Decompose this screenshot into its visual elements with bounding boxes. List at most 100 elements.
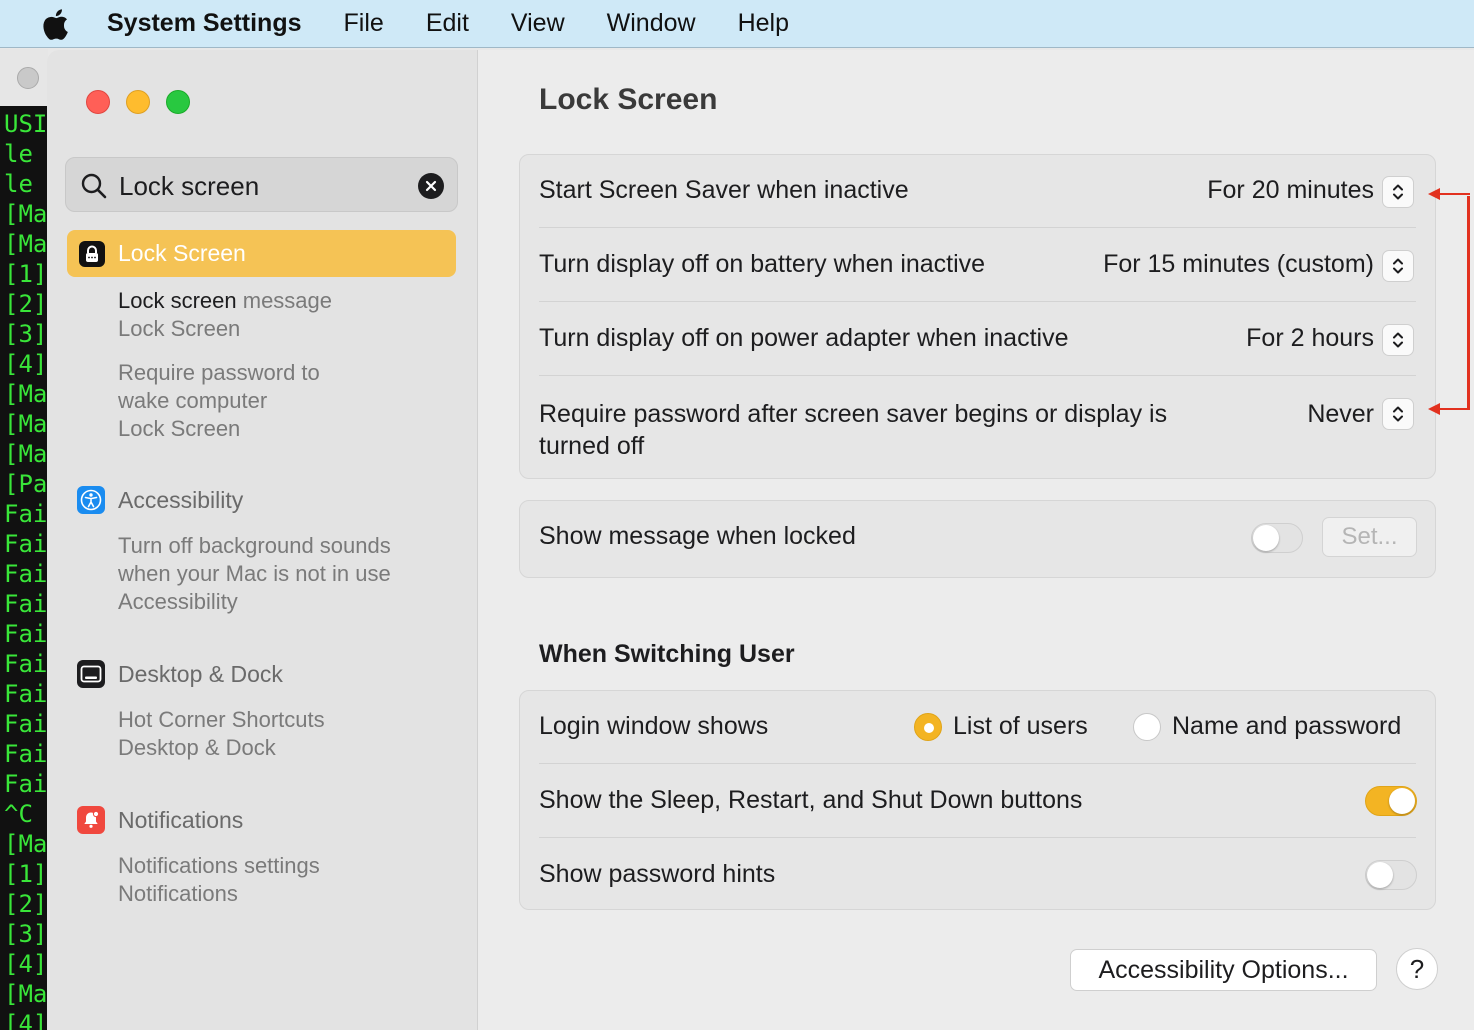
terminal-line: [Mac: [4, 410, 48, 438]
result-subtitle: Desktop & Dock: [118, 735, 276, 760]
menu-file[interactable]: File: [344, 9, 384, 38]
terminal-line: [4]: [4, 1010, 48, 1030]
result-title-rest: message: [236, 288, 333, 313]
annotation-arrowhead-bottom: [1428, 403, 1440, 415]
terminal-line: [2]: [4, 290, 48, 318]
sidebar-item-notifications[interactable]: Notifications: [77, 806, 243, 834]
result-subtitle: Accessibility: [118, 589, 238, 614]
radio-name-and-password[interactable]: [1133, 713, 1161, 741]
result-title-line1: Require password to: [118, 360, 320, 385]
accessibility-options-button[interactable]: Accessibility Options...: [1070, 949, 1377, 991]
set-message-button[interactable]: Set...: [1322, 517, 1417, 557]
result-subtitle: Lock Screen: [118, 416, 241, 441]
display-off-power-row: Turn display off on power adapter when i…: [539, 324, 1416, 358]
display-off-battery-value[interactable]: For 15 minutes (custom): [1103, 250, 1374, 279]
result-subtitle: Notifications: [118, 881, 238, 906]
terminal-line: [Mac: [4, 980, 48, 1008]
help-button[interactable]: ?: [1396, 948, 1438, 990]
window-close-button[interactable]: [86, 90, 110, 114]
accessibility-icon: [77, 486, 105, 514]
main-pane: Lock Screen Start Screen Saver when inac…: [478, 50, 1474, 1030]
row-label: Require password after screen saver begi…: [539, 398, 1167, 462]
terminal-line: Fai: [4, 680, 48, 708]
terminal-line: le: [4, 170, 33, 198]
search-result-background-sounds[interactable]: Turn off background sounds when your Mac…: [118, 532, 391, 616]
updown-chevron-icon[interactable]: [1382, 398, 1414, 430]
display-off-power-value[interactable]: For 2 hours: [1246, 324, 1374, 353]
row-label-line1: Require password after screen saver begi…: [539, 400, 1168, 428]
radio-label-name-and-password[interactable]: Name and password: [1172, 712, 1401, 741]
screen-saver-value[interactable]: For 20 minutes: [1207, 176, 1374, 205]
clear-search-icon[interactable]: [418, 173, 444, 199]
display-off-battery-row: Turn display off on battery when inactiv…: [539, 250, 1416, 284]
background-terminal-window[interactable]: USIlele[Mac[Mac[1][2][3][4][Mac[Mac[Mac[…: [0, 49, 48, 1030]
search-result-require-password[interactable]: Require password to wake computer Lock S…: [118, 359, 320, 443]
annotation-bracket: [1467, 196, 1470, 408]
terminal-line: Fai: [4, 590, 48, 618]
search-field[interactable]: Lock screen: [65, 157, 458, 212]
terminal-line: ^C: [4, 800, 33, 828]
row-label: Start Screen Saver when inactive: [539, 176, 909, 204]
terminal-line: Fai: [4, 740, 48, 768]
terminal-line: Fai: [4, 500, 48, 528]
password-hints-toggle[interactable]: [1365, 860, 1417, 890]
result-subtitle: Lock Screen: [118, 316, 241, 341]
menu-app-name[interactable]: System Settings: [107, 9, 302, 38]
section-title: When Switching User: [539, 640, 795, 668]
menu-help[interactable]: Help: [738, 9, 789, 38]
sidebar: Lock screen Lock Screen Lock screen mess…: [47, 50, 478, 1030]
sidebar-item-accessibility[interactable]: Accessibility: [77, 486, 243, 514]
require-password-value[interactable]: Never: [1307, 398, 1374, 430]
terminal-line: [Mac: [4, 200, 48, 228]
sleep-restart-toggle[interactable]: [1365, 786, 1417, 816]
toggle-knob: [1389, 788, 1415, 814]
apple-menu-icon[interactable]: [30, 0, 80, 48]
lock-message-group: Show message when locked Set...: [519, 500, 1436, 578]
sidebar-item-desktop-dock[interactable]: Desktop & Dock: [77, 660, 283, 688]
show-message-toggle[interactable]: [1251, 523, 1303, 553]
divider: [539, 227, 1416, 228]
terminal-line: Fai: [4, 710, 48, 738]
result-title-match: Lock screen: [118, 288, 237, 313]
row-label: Show message when locked: [539, 522, 856, 550]
terminal-line: Fai: [4, 650, 48, 678]
terminal-line: [Mac: [4, 380, 48, 408]
terminal-line: [Mac: [4, 230, 48, 258]
divider: [539, 301, 1416, 302]
terminal-line: [Pas: [4, 470, 48, 498]
terminal-line: [3]: [4, 320, 48, 348]
menu-window[interactable]: Window: [607, 9, 696, 38]
divider: [539, 375, 1416, 376]
terminal-close-button[interactable]: [17, 67, 39, 89]
search-input[interactable]: Lock screen: [119, 171, 259, 202]
radio-label-list-of-users[interactable]: List of users: [953, 712, 1088, 741]
terminal-output: USIlele[Mac[Mac[1][2][3][4][Mac[Mac[Mac[…: [4, 109, 48, 1030]
search-result-hot-corner[interactable]: Hot Corner Shortcuts Desktop & Dock: [118, 706, 325, 762]
terminal-line: Fai: [4, 770, 48, 798]
radio-list-of-users[interactable]: [914, 713, 942, 741]
updown-chevron-icon[interactable]: [1382, 176, 1414, 208]
window-zoom-button[interactable]: [166, 90, 190, 114]
lock-icon: [79, 240, 105, 267]
require-password-row: Require password after screen saver begi…: [539, 398, 1416, 464]
row-label: Login window shows: [539, 712, 769, 740]
window-minimize-button[interactable]: [126, 90, 150, 114]
terminal-line: Fai: [4, 620, 48, 648]
toggle-knob: [1367, 862, 1393, 888]
result-title-line2: wake computer: [118, 388, 268, 413]
updown-chevron-icon[interactable]: [1382, 250, 1414, 282]
menu-edit[interactable]: Edit: [426, 9, 469, 38]
updown-chevron-icon[interactable]: [1382, 324, 1414, 356]
toggle-knob: [1253, 525, 1279, 551]
divider: [539, 837, 1416, 838]
desktop-dock-icon: [77, 660, 105, 688]
sidebar-item-lock-screen[interactable]: Lock Screen: [67, 230, 456, 277]
search-result-notifications-settings[interactable]: Notifications settings Notifications: [118, 852, 320, 908]
row-label: Turn display off on power adapter when i…: [539, 324, 1069, 352]
sidebar-item-label: Lock Screen: [118, 240, 246, 266]
search-result-lock-screen-message[interactable]: Lock screen message Lock Screen: [118, 287, 332, 343]
menu-view[interactable]: View: [511, 9, 565, 38]
terminal-line: Fai: [4, 530, 48, 558]
result-title-line1: Notifications settings: [118, 853, 320, 878]
menu-bar: System Settings File Edit View Window He…: [0, 0, 1474, 48]
